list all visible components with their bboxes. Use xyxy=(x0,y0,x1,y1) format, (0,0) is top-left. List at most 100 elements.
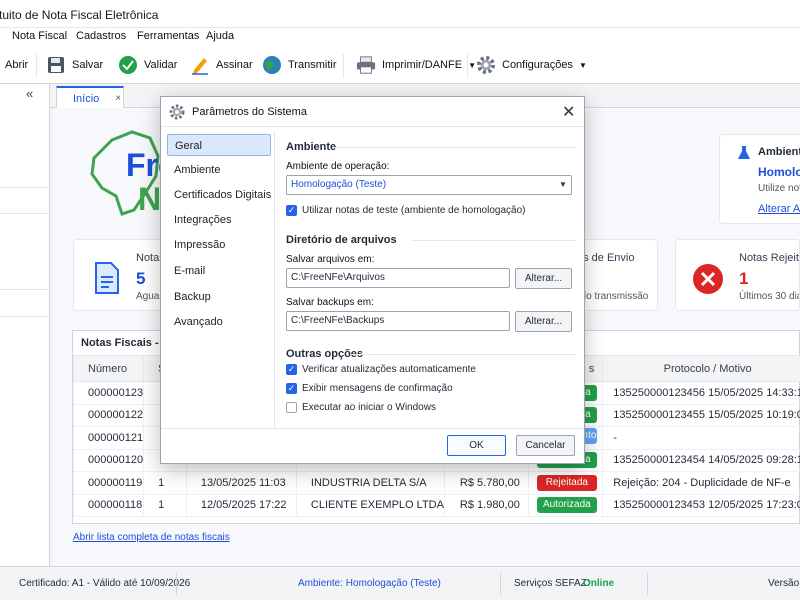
nav-item-certificados[interactable]: Certificados Digitais xyxy=(167,184,271,206)
close-icon[interactable]: ✕ xyxy=(562,102,575,122)
status-badge: Autorizada xyxy=(536,497,597,514)
nav-item-email[interactable]: E-mail xyxy=(167,260,271,282)
change-backups-dir-button[interactable]: Alterar... xyxy=(515,311,572,332)
cell-numero: 000000123 xyxy=(72,381,145,405)
run-at-startup-checkbox[interactable]: Executar ao iniciar o Windows xyxy=(286,402,436,413)
stat-pending-sub: ndo transmissão xyxy=(575,291,649,302)
test-notes-label: Utilizar notas de teste (ambiente de hom… xyxy=(302,205,526,216)
toolbar-separator xyxy=(36,54,37,78)
status-bar: Certificado: A1 - Válido até 10/09/2026 … xyxy=(0,566,800,600)
run-at-startup-label: Executar ao iniciar o Windows xyxy=(302,402,436,413)
menu-ajuda[interactable]: Ajuda xyxy=(206,30,234,42)
stat-card-rejected: Notas Rejeitada 1 Últimos 30 dias xyxy=(675,239,800,311)
change-environment-link[interactable]: Alterar Am xyxy=(758,203,800,215)
transmitir-label: Transmitir xyxy=(288,59,337,71)
cell-numero: 000000122 xyxy=(72,403,145,427)
menu-cadastros[interactable]: Cadastros xyxy=(76,30,126,42)
chevron-down-icon: ▼ xyxy=(578,60,587,70)
test-notes-checkbox[interactable]: ✓ Utilizar notas de teste (ambiente de h… xyxy=(286,205,525,216)
abrir-label: Abrir xyxy=(5,59,29,71)
printer-icon xyxy=(356,55,376,75)
error-circle-icon xyxy=(692,263,724,298)
tab-inicio[interactable]: Início × xyxy=(56,86,124,109)
sidebar: « xyxy=(0,84,50,566)
save-backups-input[interactable]: C:\FreeNFe\Backups xyxy=(286,311,510,331)
transmitir-button[interactable]: Transmitir xyxy=(262,52,336,78)
stat-pending-label: es de Envio xyxy=(577,252,635,264)
cell-serie: 1 xyxy=(143,471,187,495)
cell-protocolo: 135250000123456 15/05/2025 14:33:10 xyxy=(602,381,800,405)
nav-item-integracoes[interactable]: Integrações xyxy=(167,209,271,231)
stat-rejected-label: Notas Rejeitada xyxy=(739,252,799,264)
auto-update-checkbox[interactable]: ✓ Verificar atualizações automaticamente xyxy=(286,364,476,375)
checkbox-unchecked-icon xyxy=(286,402,297,413)
cell-serie: 1 xyxy=(143,493,187,517)
cell-data: 13/05/2025 11:03 xyxy=(185,471,297,495)
dialog-title: Parâmetros do Sistema xyxy=(192,106,307,118)
toolbar: Abrir Salvar Validar Assinar Transmitir … xyxy=(0,46,800,84)
section-divider xyxy=(411,240,576,241)
menu-nota-fiscal[interactable]: Nota Fiscal xyxy=(12,30,67,42)
cell-numero: 000000119 xyxy=(72,471,145,495)
confirm-messages-label: Exibir mensagens de confirmação xyxy=(302,383,453,394)
table-row[interactable]: 000000118 1 12/05/2025 17:22 CLIENTE EXE… xyxy=(72,493,800,517)
nav-item-avancado[interactable]: Avançado xyxy=(167,311,271,333)
cell-protocolo: Rejeição: 204 - Duplicidade de NF-e xyxy=(602,471,800,495)
section-ambiente-title: Ambiente xyxy=(286,141,337,153)
nav-item-ambiente[interactable]: Ambiente xyxy=(167,159,271,181)
abrir-button[interactable]: Abrir xyxy=(5,52,28,78)
ok-button[interactable]: OK xyxy=(447,435,506,456)
gear-icon xyxy=(476,55,496,75)
validar-button[interactable]: Validar xyxy=(118,52,177,78)
cell-valor: R$ 5.780,00 xyxy=(443,471,529,495)
col-header-protocolo[interactable]: Protocolo / Motivo xyxy=(602,355,800,382)
status-separator xyxy=(176,573,177,595)
close-tab-icon[interactable]: × xyxy=(115,93,121,104)
cancel-button[interactable]: Cancelar xyxy=(516,435,575,456)
status-separator xyxy=(647,573,648,595)
sidebar-divider xyxy=(0,187,49,188)
assinar-button[interactable]: Assinar xyxy=(190,52,253,78)
title-bar: tuito de Nota Fiscal Eletrônica xyxy=(0,0,800,28)
status-separator xyxy=(500,573,501,595)
auto-update-label: Verificar atualizações automaticamente xyxy=(302,364,476,375)
col-header-numero[interactable]: Número xyxy=(72,355,145,382)
environment-card: Ambiente A Homolog Utilize nota Alterar … xyxy=(719,134,800,224)
sidebar-divider xyxy=(0,316,49,317)
nav-item-backup[interactable]: Backup xyxy=(167,286,271,308)
cell-protocolo: 135250000123453 12/05/2025 17:23:02 xyxy=(602,493,800,517)
save-files-label: Salvar arquivos em: xyxy=(286,254,375,265)
dialog-footer-divider xyxy=(161,428,584,429)
environment-card-heading: Ambiente A xyxy=(758,146,800,158)
check-circle-icon xyxy=(118,55,138,75)
stat-rejected-sub: Últimos 30 dias xyxy=(739,291,799,302)
salvar-button[interactable]: Salvar xyxy=(46,52,103,78)
menu-bar: Nota Fiscal Cadastros Ferramentas Ajuda xyxy=(0,28,800,46)
collapse-sidebar-button[interactable]: « xyxy=(26,86,33,101)
confirm-messages-checkbox[interactable]: ✓ Exibir mensagens de confirmação xyxy=(286,383,453,394)
open-full-list-link[interactable]: Abrir lista completa de notas fiscais xyxy=(73,532,230,543)
section-divider xyxy=(332,147,576,148)
sefaz-label: Serviços SEFAZ: xyxy=(514,578,590,589)
nav-item-geral[interactable]: Geral xyxy=(167,134,271,156)
pen-sign-icon xyxy=(190,55,210,75)
flask-icon xyxy=(737,145,751,164)
stat-card-issued: Notas 5 Aguard xyxy=(73,239,163,311)
change-files-dir-button[interactable]: Alterar... xyxy=(515,268,572,289)
imprimir-button[interactable]: Imprimir/DANFE ▼ xyxy=(356,52,476,78)
gear-icon xyxy=(169,104,185,123)
toolbar-separator xyxy=(343,54,344,78)
ambiente-select[interactable]: Homologação (Teste) ▼ xyxy=(286,175,572,195)
save-files-input[interactable]: C:\FreeNFe\Arquivos xyxy=(286,268,510,288)
stat-rejected-value: 1 xyxy=(739,269,749,288)
menu-ferramentas[interactable]: Ferramentas xyxy=(137,30,199,42)
configuracoes-button[interactable]: Configurações ▼ xyxy=(476,52,587,78)
cell-numero: 000000118 xyxy=(72,493,145,517)
table-row[interactable]: 000000119 1 13/05/2025 11:03 INDUSTRIA D… xyxy=(72,471,800,495)
cell-protocolo: 135250000123455 15/05/2025 10:19:05 xyxy=(602,403,800,427)
environment-card-value: Homolog xyxy=(758,165,800,179)
sidebar-divider xyxy=(0,289,49,290)
nav-item-impressao[interactable]: Impressão xyxy=(167,234,271,256)
cell-status: Autorizada xyxy=(527,493,604,517)
dialog-title-bar: Parâmetros do Sistema ✕ xyxy=(161,97,584,127)
